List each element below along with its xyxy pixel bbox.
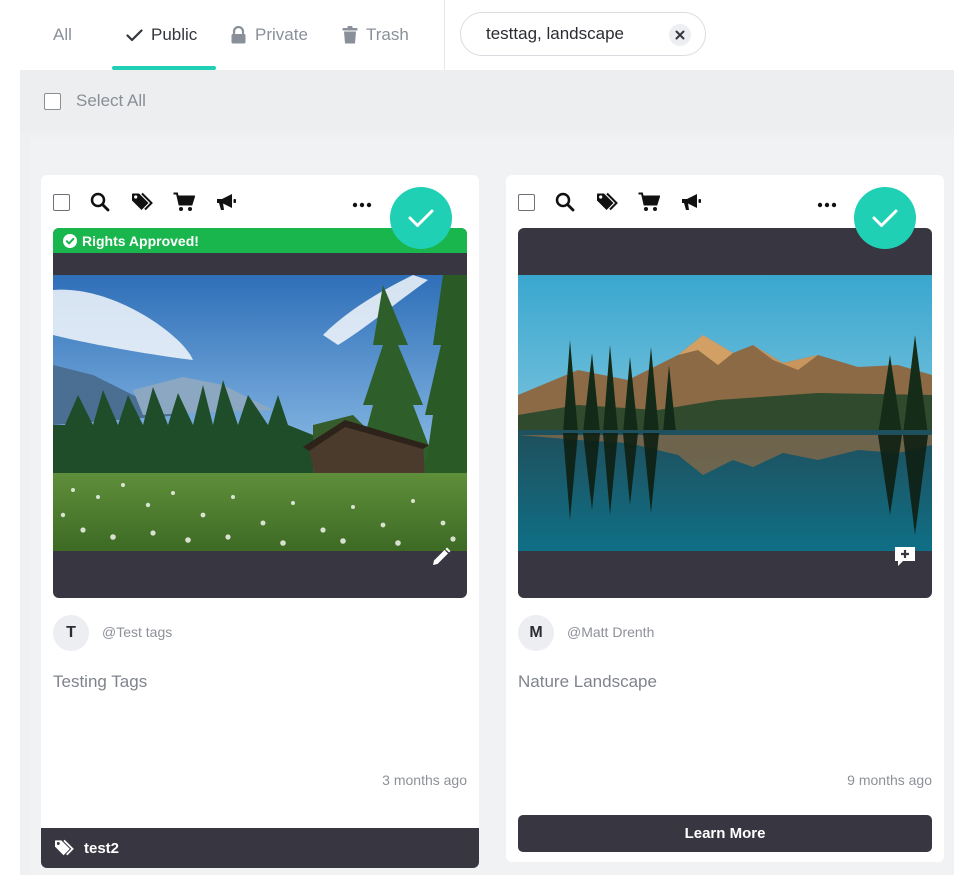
tab-private-label: Private [255, 25, 308, 44]
learn-more-button[interactable]: Learn More [518, 815, 932, 852]
avatar: M [518, 615, 554, 651]
check-icon [872, 209, 898, 227]
lock-icon [230, 26, 247, 44]
close-icon [675, 30, 685, 40]
select-card-checkbox[interactable] [518, 193, 535, 211]
media-preview[interactable] [518, 228, 932, 598]
media-title: Nature Landscape [518, 672, 657, 691]
cart-icon[interactable] [636, 189, 662, 215]
card-toolbar [518, 189, 704, 215]
tab-all-label: All [53, 25, 72, 44]
check-circle-icon [63, 233, 77, 248]
tags-icon[interactable] [594, 189, 620, 215]
megaphone-icon[interactable] [213, 189, 239, 215]
trash-icon [342, 26, 358, 44]
media-preview[interactable]: Rights Approved! [53, 228, 467, 598]
media-title: Testing Tags [53, 672, 148, 691]
mountain-lake-reflection-photo [518, 275, 932, 551]
approved-check-button[interactable] [854, 187, 916, 249]
tag-search-input[interactable] [486, 24, 656, 44]
tab-private[interactable]: Private [230, 0, 308, 70]
media-card: Rights Approved! T @Test tags Testing Ta… [41, 175, 479, 868]
divider [444, 0, 445, 70]
rights-approved-label: Rights Approved! [82, 232, 199, 249]
tab-public[interactable]: Public [126, 0, 197, 70]
clear-search-button[interactable] [669, 24, 691, 46]
check-icon [126, 28, 143, 42]
tab-all[interactable]: All [53, 0, 72, 70]
timestamp: 3 months ago [382, 772, 467, 788]
tag-search-box[interactable] [460, 12, 706, 56]
tags-icon [53, 839, 75, 857]
top-bar: All Public Private Trash [0, 0, 975, 70]
more-options-icon[interactable] [817, 195, 837, 213]
zoom-icon[interactable] [87, 189, 113, 215]
cart-icon[interactable] [171, 189, 197, 215]
select-all-bar: Select All [20, 70, 954, 132]
tab-trash[interactable]: Trash [342, 0, 409, 70]
approved-check-button[interactable] [390, 187, 452, 249]
select-card-checkbox[interactable] [53, 193, 70, 211]
zoom-icon[interactable] [552, 189, 578, 215]
tag-label: test2 [84, 839, 120, 857]
more-options-icon[interactable] [352, 195, 372, 213]
tab-public-label: Public [151, 25, 198, 44]
tags-icon[interactable] [129, 189, 155, 215]
megaphone-icon[interactable] [678, 189, 704, 215]
author-handle[interactable]: @Test tags [102, 624, 172, 640]
tag-bar[interactable]: test2 [41, 828, 479, 868]
media-card: M @Matt Drenth Nature Landscape 9 months… [506, 175, 944, 862]
pencil-icon[interactable] [431, 547, 451, 572]
select-all-label[interactable]: Select All [76, 91, 146, 111]
tab-trash-label: Trash [366, 25, 409, 44]
select-all-checkbox[interactable] [44, 92, 61, 110]
avatar: T [53, 615, 89, 651]
check-icon [408, 209, 434, 227]
author-handle[interactable]: @Matt Drenth [567, 624, 654, 640]
comment-plus-icon[interactable] [894, 546, 916, 572]
timestamp: 9 months ago [847, 772, 932, 788]
card-toolbar [53, 189, 239, 215]
meadow-cabin-forest-photo [53, 275, 467, 551]
